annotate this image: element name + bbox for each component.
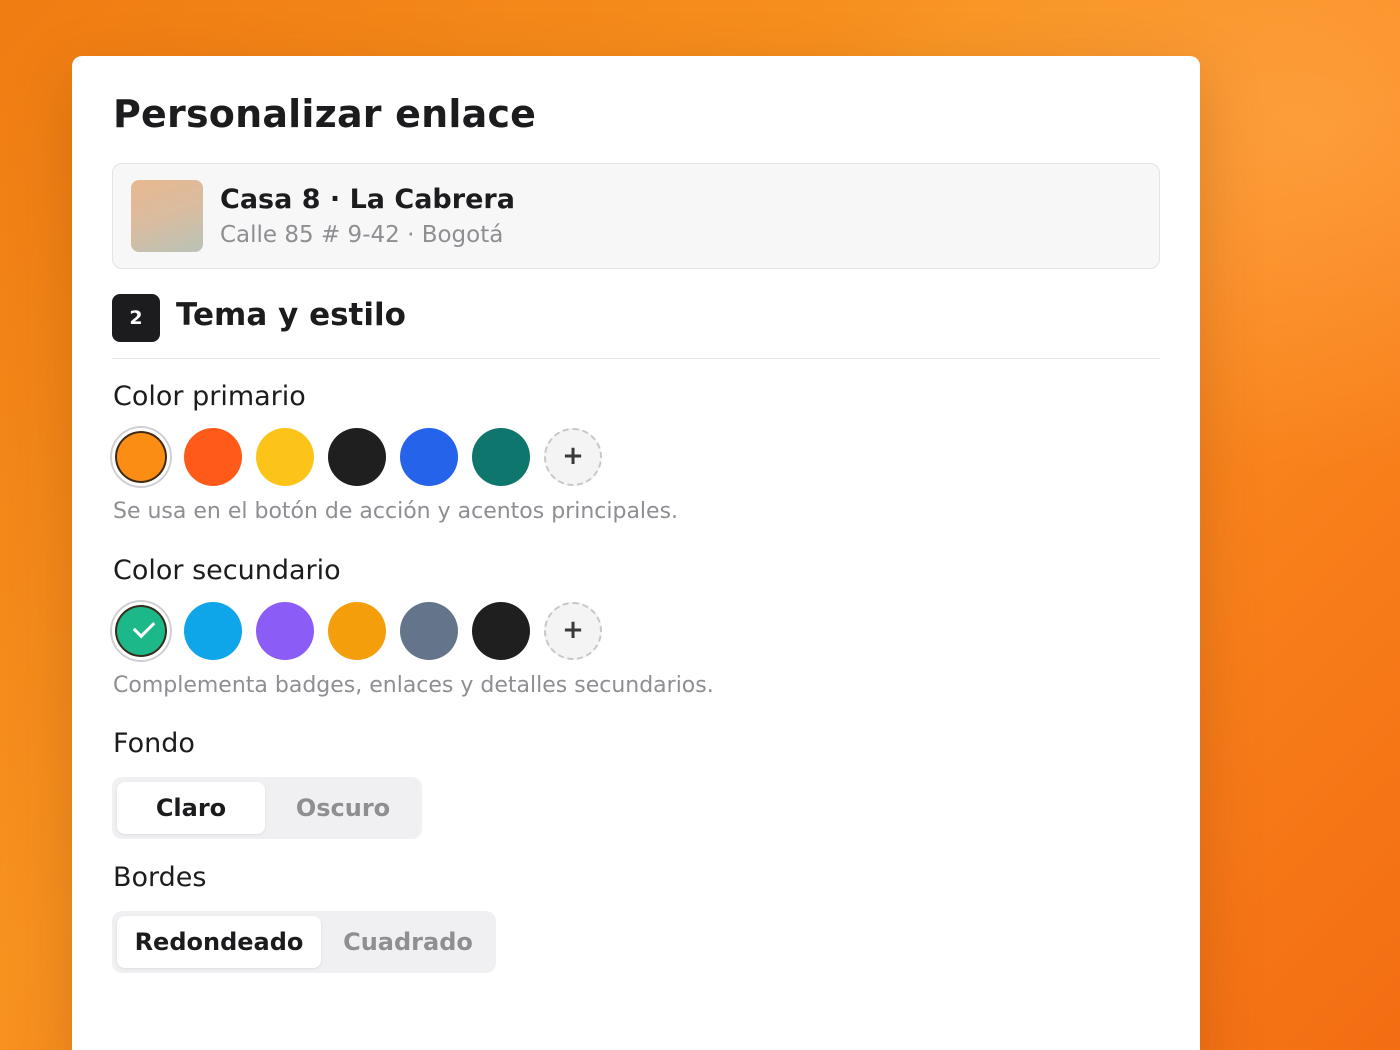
add-primary-color-button[interactable]: + (544, 428, 602, 486)
borders-option-rounded[interactable]: Redondeado (117, 916, 321, 968)
primary-color-label: Color primario (113, 381, 306, 412)
borders-toggle: Redondeado Cuadrado (112, 911, 496, 973)
primary-swatch-5[interactable] (472, 428, 530, 486)
page-title: Personalizar enlace (113, 92, 537, 136)
background-option-dark[interactable]: Oscuro (269, 782, 417, 834)
add-secondary-color-button[interactable]: + (544, 602, 602, 660)
background-option-light[interactable]: Claro (117, 782, 265, 834)
property-thumbnail (131, 180, 203, 252)
customize-link-panel: Personalizar enlace Casa 8 · La Cabrera … (72, 56, 1200, 1050)
secondary-swatch-4[interactable] (400, 602, 458, 660)
primary-swatch-0[interactable] (112, 428, 170, 486)
secondary-swatch-5[interactable] (472, 602, 530, 660)
background-toggle: Claro Oscuro (112, 777, 422, 839)
background-label: Fondo (113, 728, 195, 759)
borders-label: Bordes (113, 862, 207, 893)
step-number-badge: 2 (112, 294, 160, 342)
check-icon (132, 615, 156, 639)
primary-swatch-4[interactable] (400, 428, 458, 486)
secondary-swatch-3[interactable] (328, 602, 386, 660)
secondary-swatch-2[interactable] (256, 602, 314, 660)
property-address: Calle 85 # 9-42 · Bogotá (220, 222, 504, 248)
secondary-swatch-1[interactable] (184, 602, 242, 660)
section-divider (112, 358, 1160, 359)
borders-option-square[interactable]: Cuadrado (325, 916, 491, 968)
primary-swatch-1[interactable] (184, 428, 242, 486)
secondary-color-hint: Complementa badges, enlaces y detalles s… (113, 673, 714, 698)
primary-swatch-2[interactable] (256, 428, 314, 486)
primary-swatch-3[interactable] (328, 428, 386, 486)
secondary-color-label: Color secundario (113, 555, 341, 586)
secondary-swatch-0[interactable] (112, 602, 170, 660)
property-name: Casa 8 · La Cabrera (220, 184, 515, 215)
primary-color-hint: Se usa en el botón de acción y acentos p… (113, 499, 679, 524)
section-title: Tema y estilo (176, 297, 406, 333)
property-summary-card: Casa 8 · La Cabrera Calle 85 # 9-42 · Bo… (112, 163, 1160, 269)
